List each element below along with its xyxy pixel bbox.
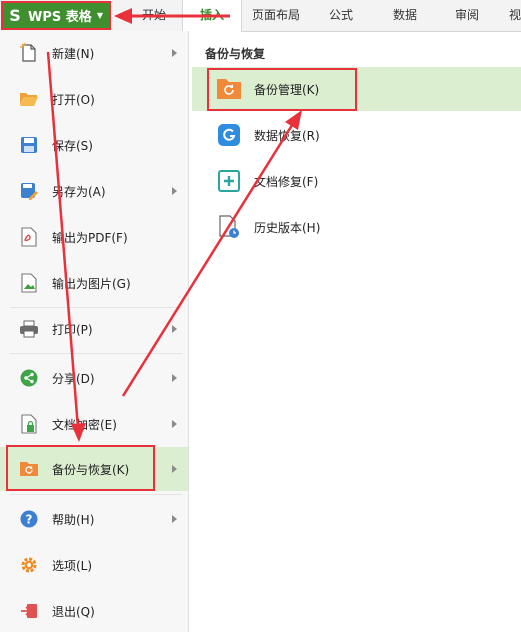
- menu-item-encrypt[interactable]: 文档加密(E): [0, 402, 188, 446]
- submenu-item-label: 历史版本(H): [254, 220, 321, 235]
- submenu-arrow-icon: [172, 374, 177, 382]
- menu-item-label: 分享(D): [52, 371, 95, 386]
- submenu-item-document-repair[interactable]: 文档修复(F): [192, 159, 521, 203]
- menu-item-label: 另存为(A): [52, 184, 106, 199]
- tab-view[interactable]: 视: [505, 0, 521, 31]
- document-repair-icon: [216, 168, 242, 194]
- tab-data[interactable]: 数据: [377, 0, 433, 31]
- submenu-arrow-icon: [172, 325, 177, 333]
- highlight-box-wps-button: [1, 1, 111, 30]
- menu-item-label: 文档加密(E): [52, 417, 117, 432]
- menu-item-label: 选项(L): [52, 558, 93, 573]
- menu-item-save[interactable]: 保存(S): [0, 123, 188, 167]
- menu-item-print[interactable]: 打印(P): [0, 307, 188, 351]
- menu-item-label: 打开(O): [52, 92, 95, 107]
- menu-item-share[interactable]: 分享(D): [0, 356, 188, 400]
- menu-item-new[interactable]: 新建(N): [0, 31, 188, 75]
- menu-item-label: 输出为图片(G): [52, 276, 131, 291]
- submenu-title: 备份与恢复: [205, 47, 266, 61]
- save-icon: [19, 135, 39, 155]
- menu-divider: [10, 494, 182, 495]
- help-icon: ?: [19, 509, 39, 529]
- submenu-item-label: 数据恢复(R): [254, 128, 320, 143]
- menu-item-label: 输出为PDF(F): [52, 230, 128, 245]
- menu-item-label: 退出(Q): [52, 604, 95, 619]
- submenu-arrow-icon: [172, 515, 177, 523]
- submenu-item-data-recovery[interactable]: 数据恢复(R): [192, 113, 521, 157]
- submenu-item-history-version[interactable]: 历史版本(H): [192, 205, 521, 249]
- settings-gear-icon: [19, 555, 39, 575]
- menu-item-export-image[interactable]: 输出为图片(G): [0, 261, 188, 305]
- menu-item-label: 保存(S): [52, 138, 93, 153]
- menu-item-open[interactable]: 打开(O): [0, 77, 188, 121]
- open-folder-icon: [19, 89, 39, 109]
- tab-formulas[interactable]: 公式: [313, 0, 369, 31]
- highlight-box-backup-restore: [6, 445, 155, 491]
- menu-item-help[interactable]: ? 帮助(H): [0, 497, 188, 541]
- exit-icon: [19, 601, 39, 621]
- menu-divider: [10, 353, 182, 354]
- submenu-item-label: 文档修复(F): [254, 174, 319, 189]
- share-icon: [19, 368, 39, 388]
- menu-item-exit[interactable]: 退出(Q): [0, 589, 188, 633]
- highlight-box-backup-management: [207, 68, 357, 111]
- menu-item-save-as[interactable]: 另存为(A): [0, 169, 188, 213]
- tab-insert[interactable]: 插入: [182, 0, 242, 32]
- tab-review[interactable]: 审阅: [439, 0, 495, 31]
- history-version-icon: [216, 214, 242, 240]
- menu-item-options[interactable]: 选项(L): [0, 543, 188, 587]
- data-recovery-icon: [216, 122, 242, 148]
- submenu-arrow-icon: [172, 49, 177, 57]
- menu-item-export-pdf[interactable]: 输出为PDF(F): [0, 215, 188, 259]
- menu-item-label: 打印(P): [52, 322, 93, 337]
- export-image-icon: [19, 273, 39, 293]
- menu-item-label: 帮助(H): [52, 512, 95, 527]
- tab-page-layout[interactable]: 页面布局: [241, 0, 311, 31]
- new-file-icon: [19, 43, 39, 63]
- submenu-arrow-icon: [172, 420, 177, 428]
- submenu-arrow-icon: [172, 187, 177, 195]
- export-pdf-icon: [19, 227, 39, 247]
- tab-home[interactable]: 开始: [126, 0, 182, 31]
- printer-icon: [19, 319, 39, 339]
- submenu-arrow-icon: [172, 465, 177, 473]
- encrypt-document-icon: [19, 414, 39, 434]
- svg-text:?: ?: [26, 513, 33, 527]
- menu-item-label: 新建(N): [52, 46, 95, 61]
- save-as-icon: [19, 181, 39, 201]
